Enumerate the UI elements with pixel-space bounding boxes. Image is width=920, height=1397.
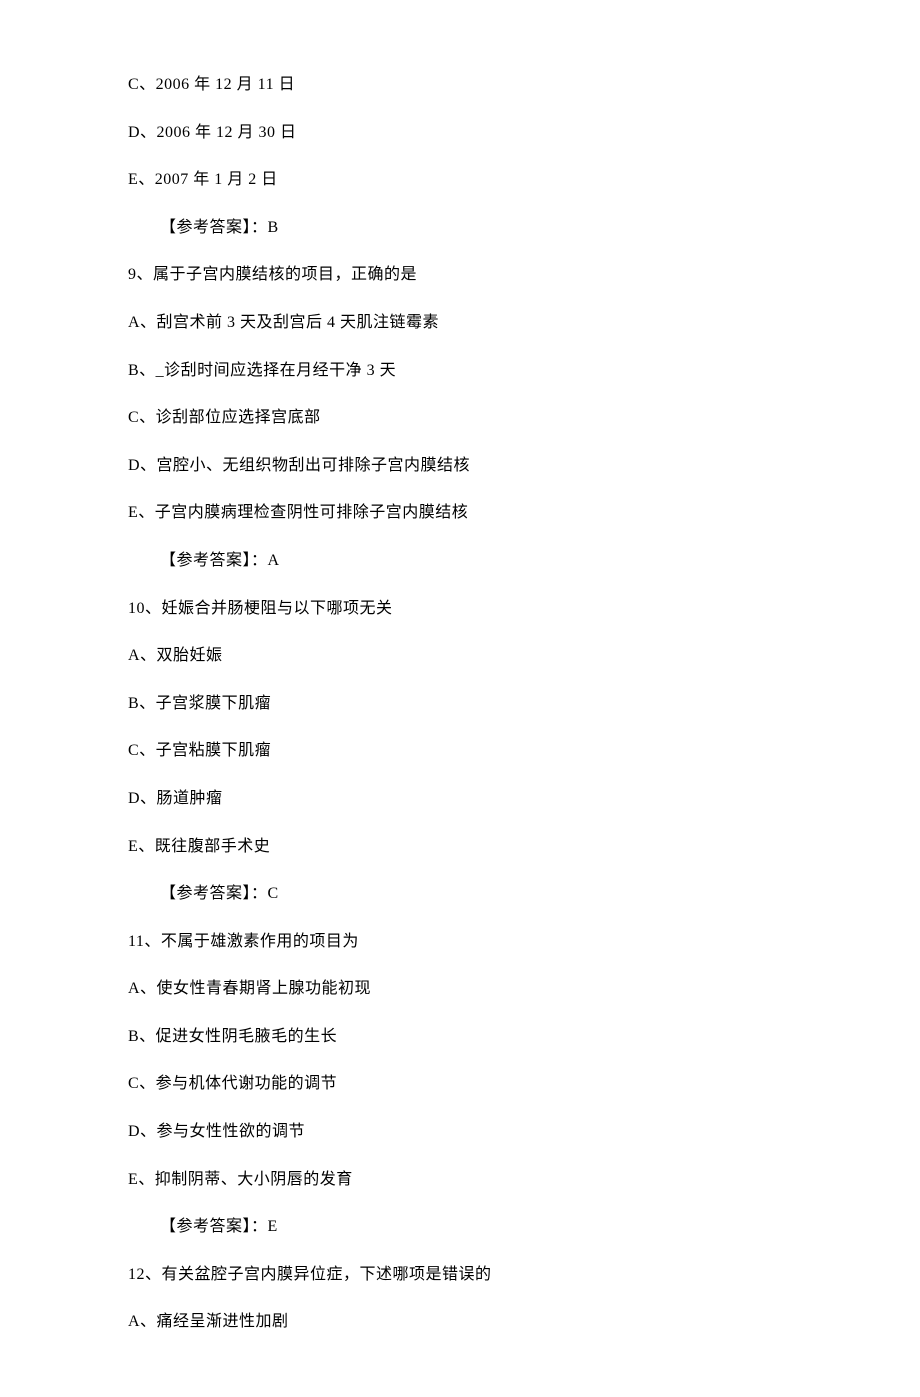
q9-stem: 9、属于子宫内膜结核的项目，正确的是 — [128, 262, 792, 288]
q8-option-d: D、2006 年 12 月 30 日 — [128, 120, 792, 146]
q11-option-b: B、促进女性阴毛腋毛的生长 — [128, 1024, 792, 1050]
q8-option-e: E、2007 年 1 月 2 日 — [128, 167, 792, 193]
q11-option-d: D、参与女性性欲的调节 — [128, 1119, 792, 1145]
q11-option-a: A、使女性青春期肾上腺功能初现 — [128, 976, 792, 1002]
q10-answer: 【参考答案】：C — [128, 881, 792, 907]
q9-answer: 【参考答案】：A — [128, 548, 792, 574]
q10-option-a: A、双胎妊娠 — [128, 643, 792, 669]
q9-option-d: D、宫腔小、无组织物刮出可排除子宫内膜结核 — [128, 453, 792, 479]
q9-option-b: B、_诊刮时间应选择在月经干净 3 天 — [128, 358, 792, 384]
q11-option-e: E、抑制阴蒂、大小阴唇的发育 — [128, 1167, 792, 1193]
q11-stem: 11、不属于雄激素作用的项目为 — [128, 929, 792, 955]
document-page: C、2006 年 12 月 11 日 D、2006 年 12 月 30 日 E、… — [0, 0, 920, 1397]
q10-option-e: E、既往腹部手术史 — [128, 834, 792, 860]
q9-option-c: C、诊刮部位应选择宫底部 — [128, 405, 792, 431]
q10-option-d: D、肠道肿瘤 — [128, 786, 792, 812]
q12-stem: 12、有关盆腔子宫内膜异位症，下述哪项是错误的 — [128, 1262, 792, 1288]
q9-option-a: A、刮宫术前 3 天及刮宫后 4 天肌注链霉素 — [128, 310, 792, 336]
q10-option-c: C、子宫粘膜下肌瘤 — [128, 738, 792, 764]
q10-option-b: B、子宫浆膜下肌瘤 — [128, 691, 792, 717]
q8-answer: 【参考答案】：B — [128, 215, 792, 241]
q11-option-c: C、参与机体代谢功能的调节 — [128, 1071, 792, 1097]
q9-option-e: E、子宫内膜病理检查阴性可排除子宫内膜结核 — [128, 500, 792, 526]
q8-option-c: C、2006 年 12 月 11 日 — [128, 72, 792, 98]
q12-option-a: A、痛经呈渐进性加剧 — [128, 1309, 792, 1335]
q11-answer: 【参考答案】：E — [128, 1214, 792, 1240]
q10-stem: 10、妊娠合并肠梗阻与以下哪项无关 — [128, 596, 792, 622]
